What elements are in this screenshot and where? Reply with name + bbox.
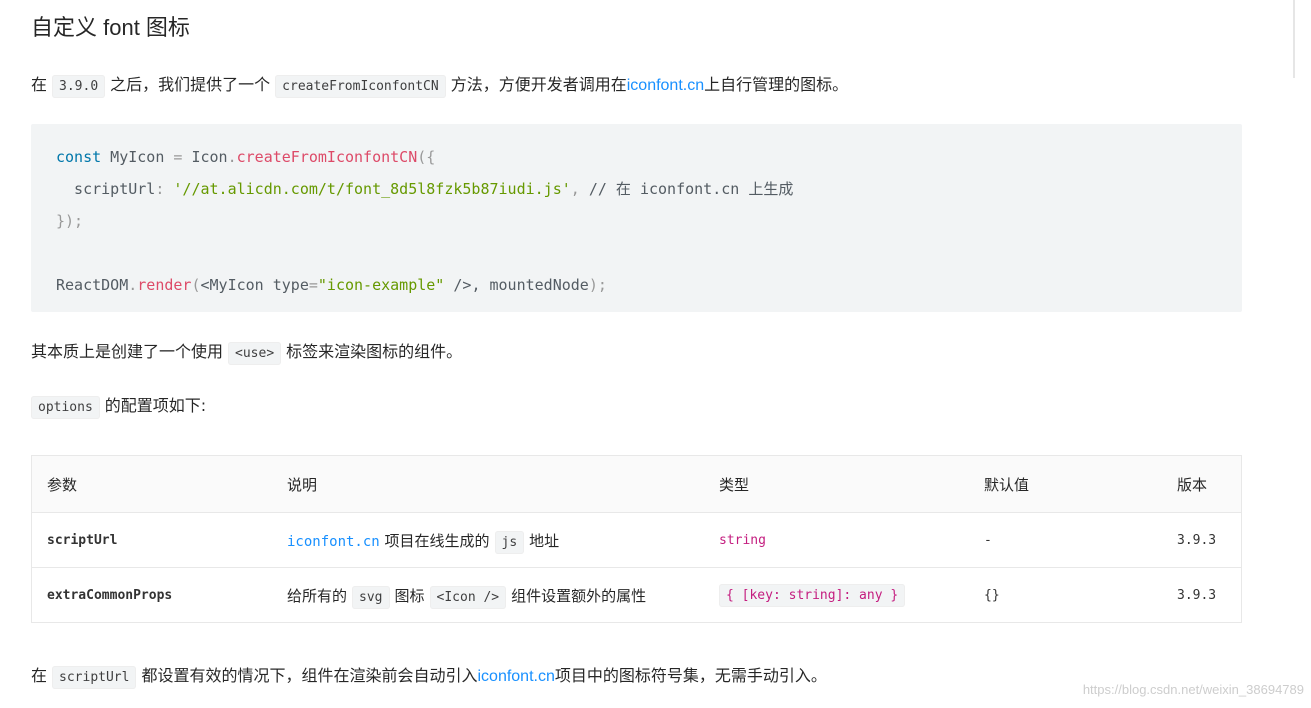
- desc-text: 图标: [394, 586, 425, 605]
- options-text: 的配置项如下:: [104, 396, 207, 415]
- version-cell: 3.9.3: [1162, 567, 1242, 623]
- essence-text-1: 其本质上是创建了一个使用: [31, 342, 224, 361]
- intro-text-3: 方法，方便开发者调用在: [450, 75, 627, 94]
- desc-cell: iconfont.cn 项目在线生成的 js 地址: [272, 512, 704, 568]
- code-token: '//at.alicdn.com/t/font_8d5l8fzk5b87iudi…: [164, 180, 571, 198]
- code-token: "icon-example": [317, 276, 445, 294]
- code-token: (: [191, 276, 201, 294]
- code-token: .: [128, 276, 138, 294]
- code-token: });: [56, 212, 84, 230]
- code-token: ,: [570, 180, 580, 198]
- header-desc: 说明: [272, 455, 704, 513]
- code-token: , mountedNode: [471, 276, 589, 294]
- iconfont-link[interactable]: iconfont.cn: [287, 534, 380, 550]
- code-token: <MyIcon: [200, 276, 264, 294]
- table-row: scriptUrl iconfont.cn 项目在线生成的 js 地址 string…: [31, 512, 1242, 568]
- code-token: Icon: [182, 148, 228, 166]
- version-code: 3.9.0: [52, 75, 106, 98]
- code-token: />: [444, 276, 472, 294]
- intro-text-2: 之后，我们提供了一个: [110, 75, 271, 94]
- desc-text: 项目在线生成的: [384, 531, 490, 550]
- default-cell: -: [969, 512, 1162, 568]
- table-header-row: 参数 说明 类型 默认值 版本: [31, 455, 1242, 513]
- type-cell: string: [704, 512, 969, 568]
- js-code: js: [494, 530, 525, 554]
- code-token: ReactDOM: [56, 276, 129, 294]
- icon-component-code: <Icon />: [429, 585, 507, 609]
- param-cell: extraCommonProps: [31, 567, 272, 623]
- options-code: options: [31, 396, 100, 419]
- api-table: 参数 说明 类型 默认值 版本 scriptUrl iconfont.cn 项目…: [31, 455, 1242, 623]
- intro-paragraph: 在 3.9.0 之后，我们提供了一个 createFromIconfontCN 方法，方…: [31, 71, 848, 101]
- code-token: MyIcon: [101, 148, 174, 166]
- desc-text: 给所有的: [287, 586, 348, 605]
- default-cell: {}: [969, 567, 1162, 623]
- footer-text-1: 在: [31, 666, 48, 685]
- iconfont-link[interactable]: iconfont.cn: [627, 77, 704, 94]
- iconfont-link[interactable]: iconfont.cn: [477, 668, 554, 685]
- options-paragraph: options 的配置项如下:: [26, 392, 206, 422]
- intro-text-1: 在: [31, 75, 48, 94]
- desc-text: 地址: [529, 531, 560, 550]
- version-cell: 3.9.3: [1162, 512, 1242, 568]
- header-param: 参数: [31, 455, 272, 513]
- desc-cell: 给所有的 svg 图标 <Icon /> 组件设置额外的属性: [272, 567, 704, 623]
- code-token: createFromIconfontCN: [236, 148, 418, 166]
- section-title: 自定义 font 图标: [31, 15, 190, 40]
- svg-code: svg: [352, 585, 390, 609]
- scrollbar[interactable]: [1293, 0, 1295, 78]
- essence-text-2: 标签来渲染图标的组件。: [286, 342, 463, 361]
- method-code: createFromIconfontCN: [275, 75, 446, 98]
- use-tag-code: <use>: [228, 342, 282, 365]
- table-row: extraCommonProps 给所有的 svg 图标 <Icon /> 组件设置额外…: [31, 567, 1242, 623]
- header-version: 版本: [1162, 455, 1242, 513]
- code-token: =: [308, 276, 318, 294]
- header-type: 类型: [704, 455, 969, 513]
- code-token: const: [56, 148, 102, 166]
- code-block: const MyIcon = Icon.createFromIconfontCN…: [31, 124, 1242, 312]
- code-token: scriptUrl: [56, 180, 156, 198]
- code-token: render: [137, 276, 192, 294]
- code-token: .: [227, 148, 237, 166]
- intro-text-4: 上自行管理的图标。: [704, 75, 849, 94]
- header-default: 默认值: [969, 455, 1162, 513]
- code-content: const MyIcon = Icon.createFromIconfontCN…: [31, 124, 1242, 318]
- type-code: { [key: string]: any }: [719, 583, 906, 607]
- scripturl-code: scriptUrl: [52, 666, 137, 689]
- watermark: https://blog.csdn.net/weixin_38694789: [1082, 682, 1304, 697]
- footer-paragraph: 在 scriptUrl 都设置有效的情况下，组件在渲染前会自动引入iconfont.…: [31, 662, 827, 692]
- desc-text: 组件设置额外的属性: [511, 586, 647, 605]
- footer-text-3: 项目中的图标符号集，无需手动引入。: [554, 666, 827, 685]
- code-token: ({: [417, 148, 436, 166]
- code-comment: // 在 iconfont.cn 上生成: [579, 180, 794, 198]
- param-cell: scriptUrl: [31, 512, 272, 568]
- code-token: type: [263, 276, 309, 294]
- code-token: );: [588, 276, 607, 294]
- footer-text-2: 都设置有效的情况下，组件在渲染前会自动引入: [141, 666, 478, 685]
- essence-paragraph: 其本质上是创建了一个使用 <use> 标签来渲染图标的组件。: [31, 338, 462, 368]
- type-cell: { [key: string]: any }: [704, 567, 969, 623]
